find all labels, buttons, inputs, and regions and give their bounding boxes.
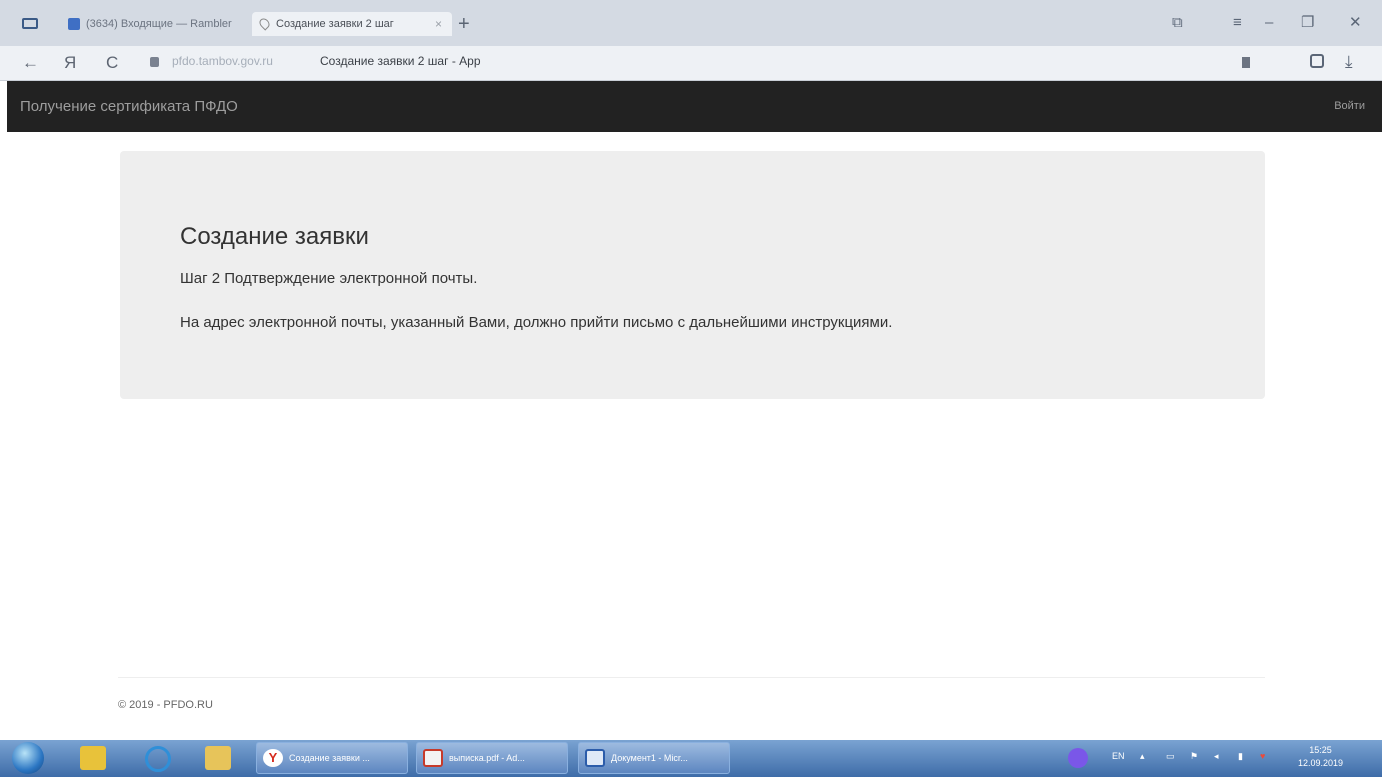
menu-icon[interactable]: ≡ bbox=[1233, 14, 1242, 32]
close-window-button[interactable]: ✕ bbox=[1349, 14, 1362, 32]
close-tab-icon[interactable]: × bbox=[435, 12, 442, 36]
collections-icon[interactable]: ⧉ bbox=[1172, 14, 1183, 32]
taskbar-button-label: Документ1 - Micr... bbox=[611, 753, 688, 763]
lock-icon bbox=[150, 57, 159, 67]
language-indicator[interactable]: EN bbox=[1112, 751, 1125, 761]
location-pin-icon bbox=[257, 16, 272, 31]
instruction-text: На адрес электронной почты, указанный Ва… bbox=[180, 314, 893, 331]
yandex-browser-icon: Y bbox=[263, 749, 283, 767]
address-bar: ← Я C pfdo.tambov.gov.ru Создание заявки… bbox=[0, 46, 1382, 81]
alice-assistant-icon[interactable] bbox=[1068, 748, 1088, 768]
tray-expand-icon[interactable]: ▴ bbox=[1140, 751, 1145, 762]
tabs-overview-icon[interactable] bbox=[22, 18, 38, 29]
bookmark-icon[interactable] bbox=[1242, 57, 1250, 68]
tab-create-request[interactable]: Создание заявки 2 шаг × bbox=[252, 12, 452, 36]
browser-tab-strip: (3634) Входящие — Rambler Создание заявк… bbox=[0, 0, 1382, 46]
taskbar-yandex-browser-button[interactable]: Y Создание заявки ... bbox=[256, 742, 408, 774]
yandex-home-button[interactable]: Я bbox=[64, 54, 76, 72]
new-tab-button[interactable]: + bbox=[458, 14, 470, 34]
pdf-icon bbox=[423, 749, 443, 767]
minimize-button[interactable]: – bbox=[1265, 14, 1273, 32]
site-brand-link[interactable]: Получение сертификата ПФДО bbox=[20, 98, 238, 115]
rambler-favicon-icon bbox=[68, 18, 80, 30]
download-icon[interactable]: ⤓ bbox=[1345, 52, 1353, 72]
tab-title: Создание заявки 2 шаг bbox=[276, 18, 394, 30]
tab-rambler-inbox[interactable]: (3634) Входящие — Rambler bbox=[62, 12, 248, 36]
volume-icon[interactable]: ◂ bbox=[1214, 751, 1219, 762]
battery-icon[interactable]: ▮ bbox=[1238, 751, 1243, 762]
url-host: pfdo.tambov.gov.ru bbox=[172, 54, 273, 68]
file-explorer-icon[interactable] bbox=[205, 746, 231, 770]
system-clock[interactable]: 15:25 12.09.2019 bbox=[1298, 744, 1343, 770]
footer-divider bbox=[118, 677, 1265, 678]
step-text: Шаг 2 Подтверждение электронной почты. bbox=[180, 270, 478, 287]
request-step-panel: Создание заявки Шаг 2 Подтверждение элек… bbox=[120, 151, 1265, 399]
clock-time: 15:25 bbox=[1309, 745, 1332, 755]
footer-copyright: © 2019 - PFDO.RU bbox=[118, 699, 213, 711]
antivirus-icon[interactable]: ♥ bbox=[1260, 751, 1265, 761]
url-field[interactable]: pfdo.tambov.gov.ru Создание заявки 2 шаг… bbox=[150, 52, 1270, 74]
clock-date: 12.09.2019 bbox=[1298, 758, 1344, 768]
paint-icon[interactable] bbox=[80, 746, 106, 770]
tab-title: (3634) Входящие — Rambler bbox=[86, 18, 232, 30]
page-title: Создание заявки bbox=[180, 223, 369, 250]
restore-button[interactable]: ❐ bbox=[1301, 14, 1314, 32]
taskbar-pdf-button[interactable]: выписка.pdf - Ad... bbox=[416, 742, 568, 774]
url-page-title: Создание заявки 2 шаг - App bbox=[320, 54, 481, 68]
reload-button[interactable]: C bbox=[106, 54, 118, 72]
taskbar-button-label: Создание заявки ... bbox=[289, 753, 370, 763]
taskbar-button-label: выписка.pdf - Ad... bbox=[449, 753, 525, 763]
back-button[interactable]: ← bbox=[22, 54, 39, 72]
word-icon bbox=[585, 749, 605, 767]
network-icon[interactable]: ▭ bbox=[1166, 751, 1175, 762]
site-navbar: Получение сертификата ПФДО Войти bbox=[7, 81, 1382, 132]
extension-icon[interactable] bbox=[1310, 54, 1324, 68]
action-center-flag-icon[interactable]: ⚑ bbox=[1190, 751, 1198, 762]
start-button[interactable] bbox=[12, 742, 44, 774]
windows-taskbar: Y Создание заявки ... выписка.pdf - Ad..… bbox=[0, 740, 1382, 777]
login-link[interactable]: Войти bbox=[1334, 100, 1365, 112]
internet-explorer-icon[interactable] bbox=[145, 746, 171, 772]
taskbar-word-button[interactable]: Документ1 - Micr... bbox=[578, 742, 730, 774]
